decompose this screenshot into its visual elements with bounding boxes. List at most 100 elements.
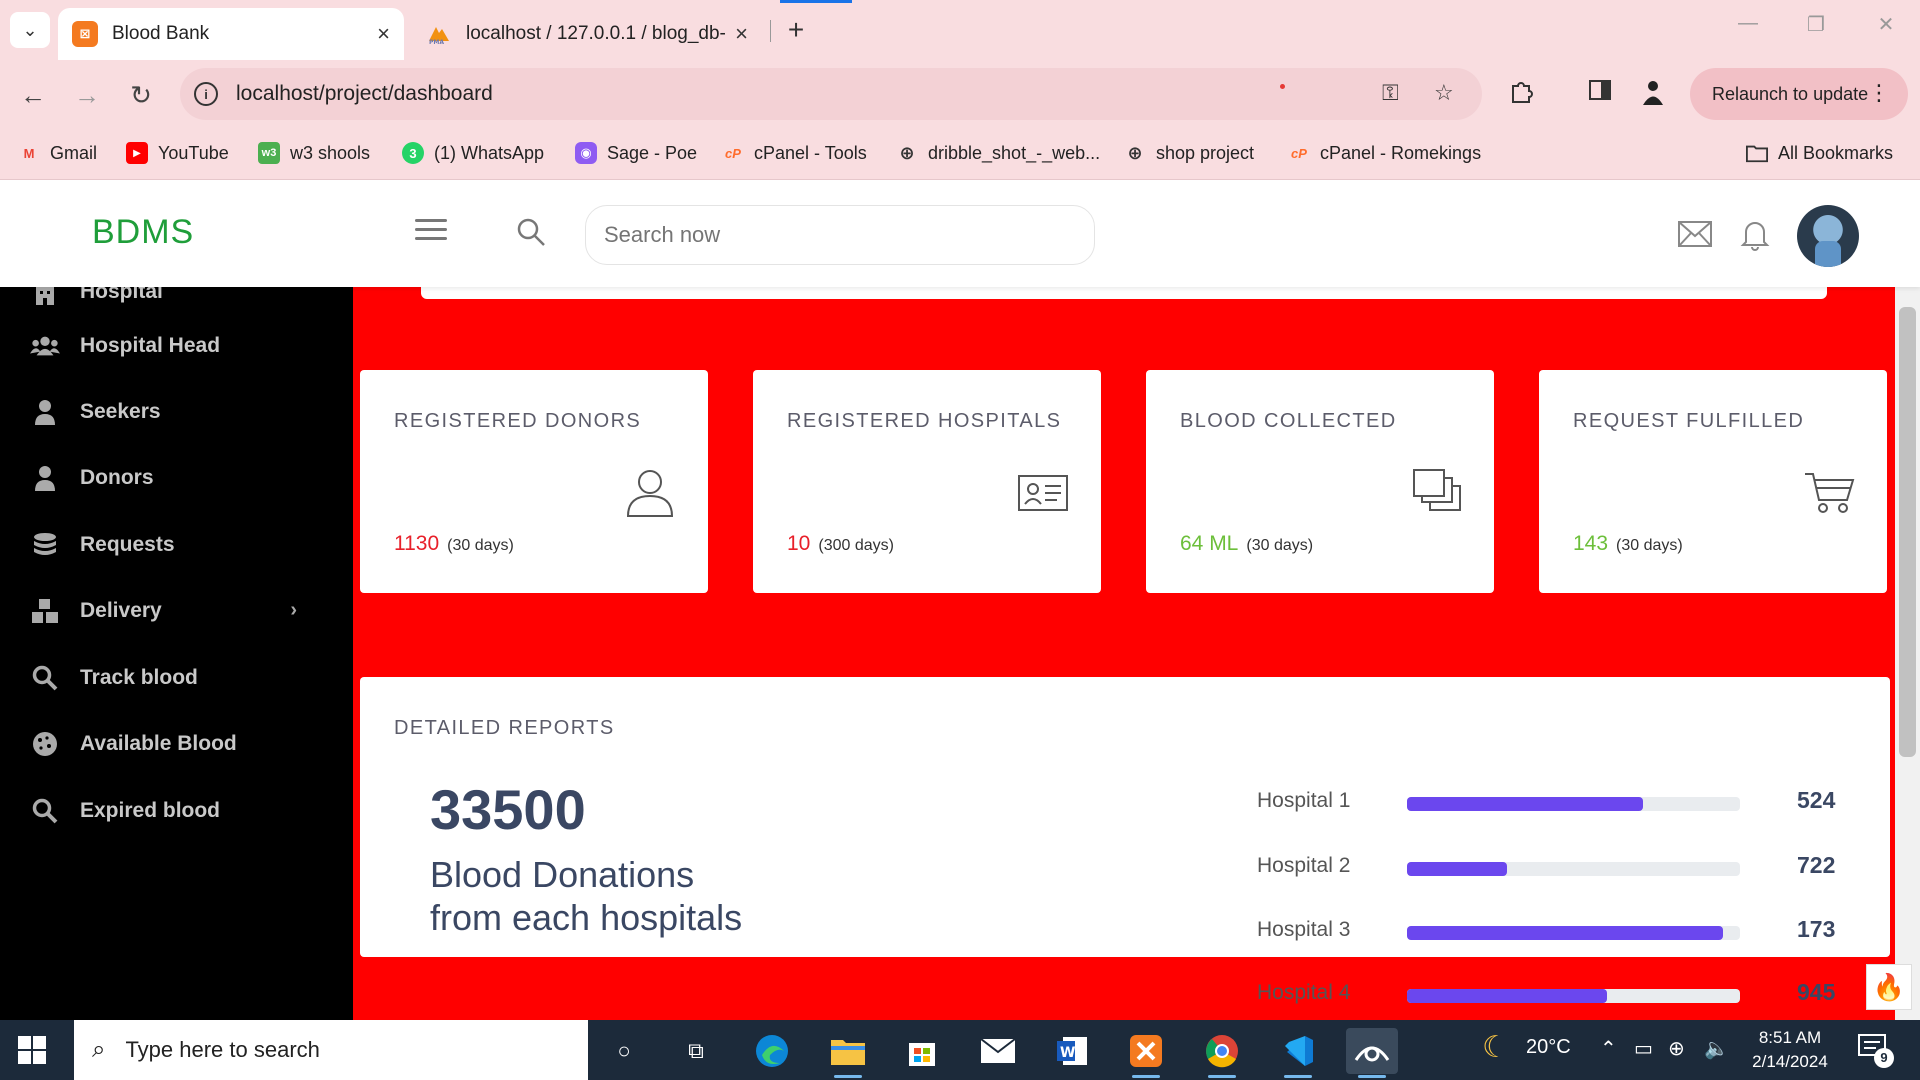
search-input[interactable] [585, 205, 1095, 265]
forward-button[interactable]: → [70, 78, 104, 112]
taskbar: ⌕ Type here to search ○ ⧉ W ☾ 20°C ⌃ ▭ ⊕… [0, 1020, 1920, 1080]
store-icon[interactable] [896, 1028, 948, 1074]
svg-text:PMA: PMA [429, 39, 444, 45]
back-button[interactable]: ← [16, 78, 50, 112]
sidebar-item-track-blood[interactable]: Track blood [0, 653, 353, 703]
clock[interactable]: 8:51 AM 2/14/2024 [1740, 1026, 1840, 1074]
folder-icon [1746, 142, 1768, 164]
taskbar-search[interactable]: ⌕ Type here to search [74, 1020, 588, 1080]
sidebar-item-delivery[interactable]: Delivery › [0, 586, 353, 636]
weather-icon[interactable]: ☾ [1482, 1030, 1509, 1065]
notification-icon[interactable]: 9 [1858, 1034, 1894, 1068]
photos-icon[interactable] [1346, 1028, 1398, 1078]
close-icon[interactable]: × [377, 21, 390, 47]
scrollbar-thumb[interactable] [1899, 307, 1916, 757]
tab-separator [770, 20, 771, 42]
bookmark-whatsapp[interactable]: 3 (1) WhatsApp [402, 138, 544, 168]
task-view-icon[interactable]: ⧉ [670, 1028, 722, 1074]
sidebar-item-available-blood[interactable]: Available Blood [0, 719, 353, 769]
tab-search-button[interactable]: ⌄ [10, 12, 50, 48]
network-icon[interactable]: ⊕ [1668, 1036, 1685, 1061]
mail-icon[interactable] [1678, 221, 1712, 247]
site-info-icon[interactable]: i [194, 82, 218, 106]
stat-value: 10 [787, 532, 811, 555]
hospital-row: Hospital 4 945 [1257, 975, 1857, 1015]
chrome-icon[interactable] [1196, 1028, 1248, 1078]
all-bookmarks-button[interactable]: All Bookmarks [1746, 138, 1893, 168]
sidebar-item-expired-blood[interactable]: Expired blood [0, 786, 353, 836]
tab-blood-bank[interactable]: ⊠ Blood Bank × [58, 8, 404, 60]
stat-card-blood-collected: BLOOD COLLECTED 64 ML (30 days) [1146, 370, 1494, 593]
star-icon[interactable]: ☆ [1434, 80, 1454, 106]
chevron-up-icon[interactable]: ⌃ [1600, 1036, 1617, 1061]
mail-app-icon[interactable] [972, 1028, 1024, 1074]
bookmark-cpanel-tools[interactable]: cP cPanel - Tools [722, 138, 867, 168]
hospital-value: 173 [1797, 916, 1836, 942]
windows-start-icon[interactable] [18, 1036, 46, 1064]
stat-value: 1130 [394, 532, 440, 555]
extensions-icon[interactable] [1508, 78, 1534, 111]
stat-period: (30 days) [1616, 537, 1683, 554]
sidebar-item-label: Donors [80, 466, 154, 489]
globe-icon: ⊕ [1127, 142, 1143, 163]
search-icon: ⌕ [92, 1036, 106, 1063]
bookmark-shop-project[interactable]: ⊕ shop project [1124, 138, 1254, 168]
bookmark-youtube[interactable]: ▶ YouTube [126, 138, 229, 168]
user-icon [30, 463, 60, 493]
relaunch-button[interactable]: Relaunch to update ⋮ [1690, 68, 1908, 120]
vscode-icon[interactable] [1272, 1028, 1324, 1078]
weather-temp[interactable]: 20°C [1526, 1036, 1571, 1059]
profile-icon[interactable] [1640, 78, 1666, 113]
sidebar-item-requests[interactable]: Requests [0, 520, 353, 570]
flame-icon[interactable]: 🔥 [1866, 964, 1912, 1010]
sidebar-item-hospital-head[interactable]: Hospital Head [0, 321, 353, 371]
reload-button[interactable]: ↻ [124, 78, 158, 112]
more-icon[interactable]: ⋮ [1868, 80, 1890, 106]
brand-logo[interactable]: BDMS [92, 213, 194, 252]
stat-value-row: 64 ML (30 days) [1180, 532, 1313, 556]
hospital-row: Hospital 1 524 [1257, 783, 1857, 823]
battery-icon[interactable]: ▭ [1634, 1036, 1653, 1061]
bookmark-cpanel-romekings[interactable]: cP cPanel - Romekings [1288, 138, 1481, 168]
new-tab-button[interactable]: + [778, 12, 814, 48]
menu-toggle-icon[interactable] [415, 219, 447, 247]
file-explorer-icon[interactable] [822, 1028, 874, 1078]
side-panel-icon[interactable] [1588, 78, 1612, 109]
address-bar[interactable]: i localhost/project/dashboard ⚿ ☆ [180, 68, 1482, 120]
close-icon[interactable]: × [735, 21, 748, 47]
cookie-icon [30, 729, 60, 759]
bookmark-label: YouTube [158, 142, 229, 163]
detailed-reports-card: DETAILED REPORTS 33500 Blood Donations f… [360, 677, 1890, 1005]
sidebar-item-seekers[interactable]: Seekers [0, 387, 353, 437]
copy-icon [1410, 466, 1462, 518]
sidebar-item-label: Available Blood [80, 732, 237, 755]
bookmark-dribbble[interactable]: ⊕ dribble_shot_-_web... [896, 138, 1100, 168]
restore-button[interactable]: ❐ [1796, 12, 1836, 37]
top-navbar: BDMS [0, 181, 1920, 287]
page-scrollbar[interactable] [1895, 287, 1920, 1020]
edge-icon[interactable] [746, 1028, 798, 1074]
cart-icon [1803, 466, 1855, 518]
bookmark-label: cPanel - Tools [754, 142, 867, 163]
close-window-button[interactable]: ✕ [1866, 12, 1906, 37]
sidebar-item-donors[interactable]: Donors [0, 453, 353, 503]
volume-icon[interactable]: 🔈 [1704, 1036, 1729, 1061]
tab-phpmyadmin[interactable]: PMA localhost / 127.0.0.1 / blog_db- × [412, 8, 762, 60]
bell-icon[interactable] [1740, 217, 1770, 251]
bookmark-gmail[interactable]: M Gmail [18, 138, 97, 168]
whatsapp-icon: 3 [402, 142, 424, 164]
bookmark-poe[interactable]: ◉ Sage - Poe [575, 138, 697, 168]
stat-card-hospitals: REGISTERED HOSPITALS 10 (300 days) [753, 370, 1101, 593]
users-icon [30, 331, 60, 361]
word-icon[interactable]: W [1046, 1028, 1098, 1074]
cortana-icon[interactable]: ○ [598, 1028, 650, 1074]
stat-value: 64 ML [1180, 532, 1239, 555]
minimize-button[interactable]: — [1728, 12, 1768, 35]
bookmark-label: w3 shools [290, 142, 371, 163]
key-icon[interactable]: ⚿ [1382, 80, 1399, 106]
search-icon[interactable] [516, 217, 546, 247]
avatar[interactable] [1797, 205, 1859, 267]
xampp-icon[interactable] [1120, 1028, 1172, 1078]
bookmark-w3schools[interactable]: w3 w3 shools [258, 138, 370, 168]
sidebar: Hospital Hospital Head Seekers Donors Re… [0, 280, 353, 1020]
